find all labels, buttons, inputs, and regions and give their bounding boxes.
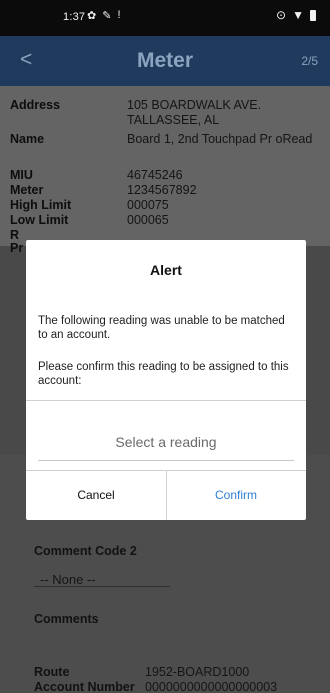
status-time: 1:37	[63, 11, 86, 23]
reading-select[interactable]: Select a reading	[38, 434, 294, 450]
alert-icon: !	[117, 9, 121, 21]
wifi-icon: ▼	[292, 8, 304, 22]
alert-dialog: Alert The following reading was unable t…	[26, 240, 306, 520]
page-count: 2/5	[301, 54, 318, 68]
reading-select-underline	[38, 460, 294, 461]
status-bar: 1:37 ✿ ✎ ! ⊙ ▼	[0, 0, 330, 36]
status-icons-left: ✿ ✎ !	[87, 9, 121, 22]
confirm-button[interactable]: Confirm	[166, 488, 306, 502]
status-icons-right: ⊙ ▼	[276, 8, 316, 22]
dialog-message-unmatched: The following reading was unable to be m…	[38, 315, 285, 341]
gear-icon: ✿	[87, 10, 97, 22]
location-icon: ⊙	[276, 8, 287, 22]
page-title: Meter	[136, 49, 194, 72]
dialog-title: Alert	[150, 262, 182, 278]
battery-icon	[310, 9, 316, 21]
app-bar: < Meter 2/5	[0, 36, 330, 86]
wrench-icon: ✎	[102, 10, 112, 22]
cancel-button[interactable]: Cancel	[26, 488, 166, 502]
dialog-divider	[26, 400, 306, 401]
dialog-message-confirm: Please confirm this reading to be assign…	[38, 361, 289, 387]
